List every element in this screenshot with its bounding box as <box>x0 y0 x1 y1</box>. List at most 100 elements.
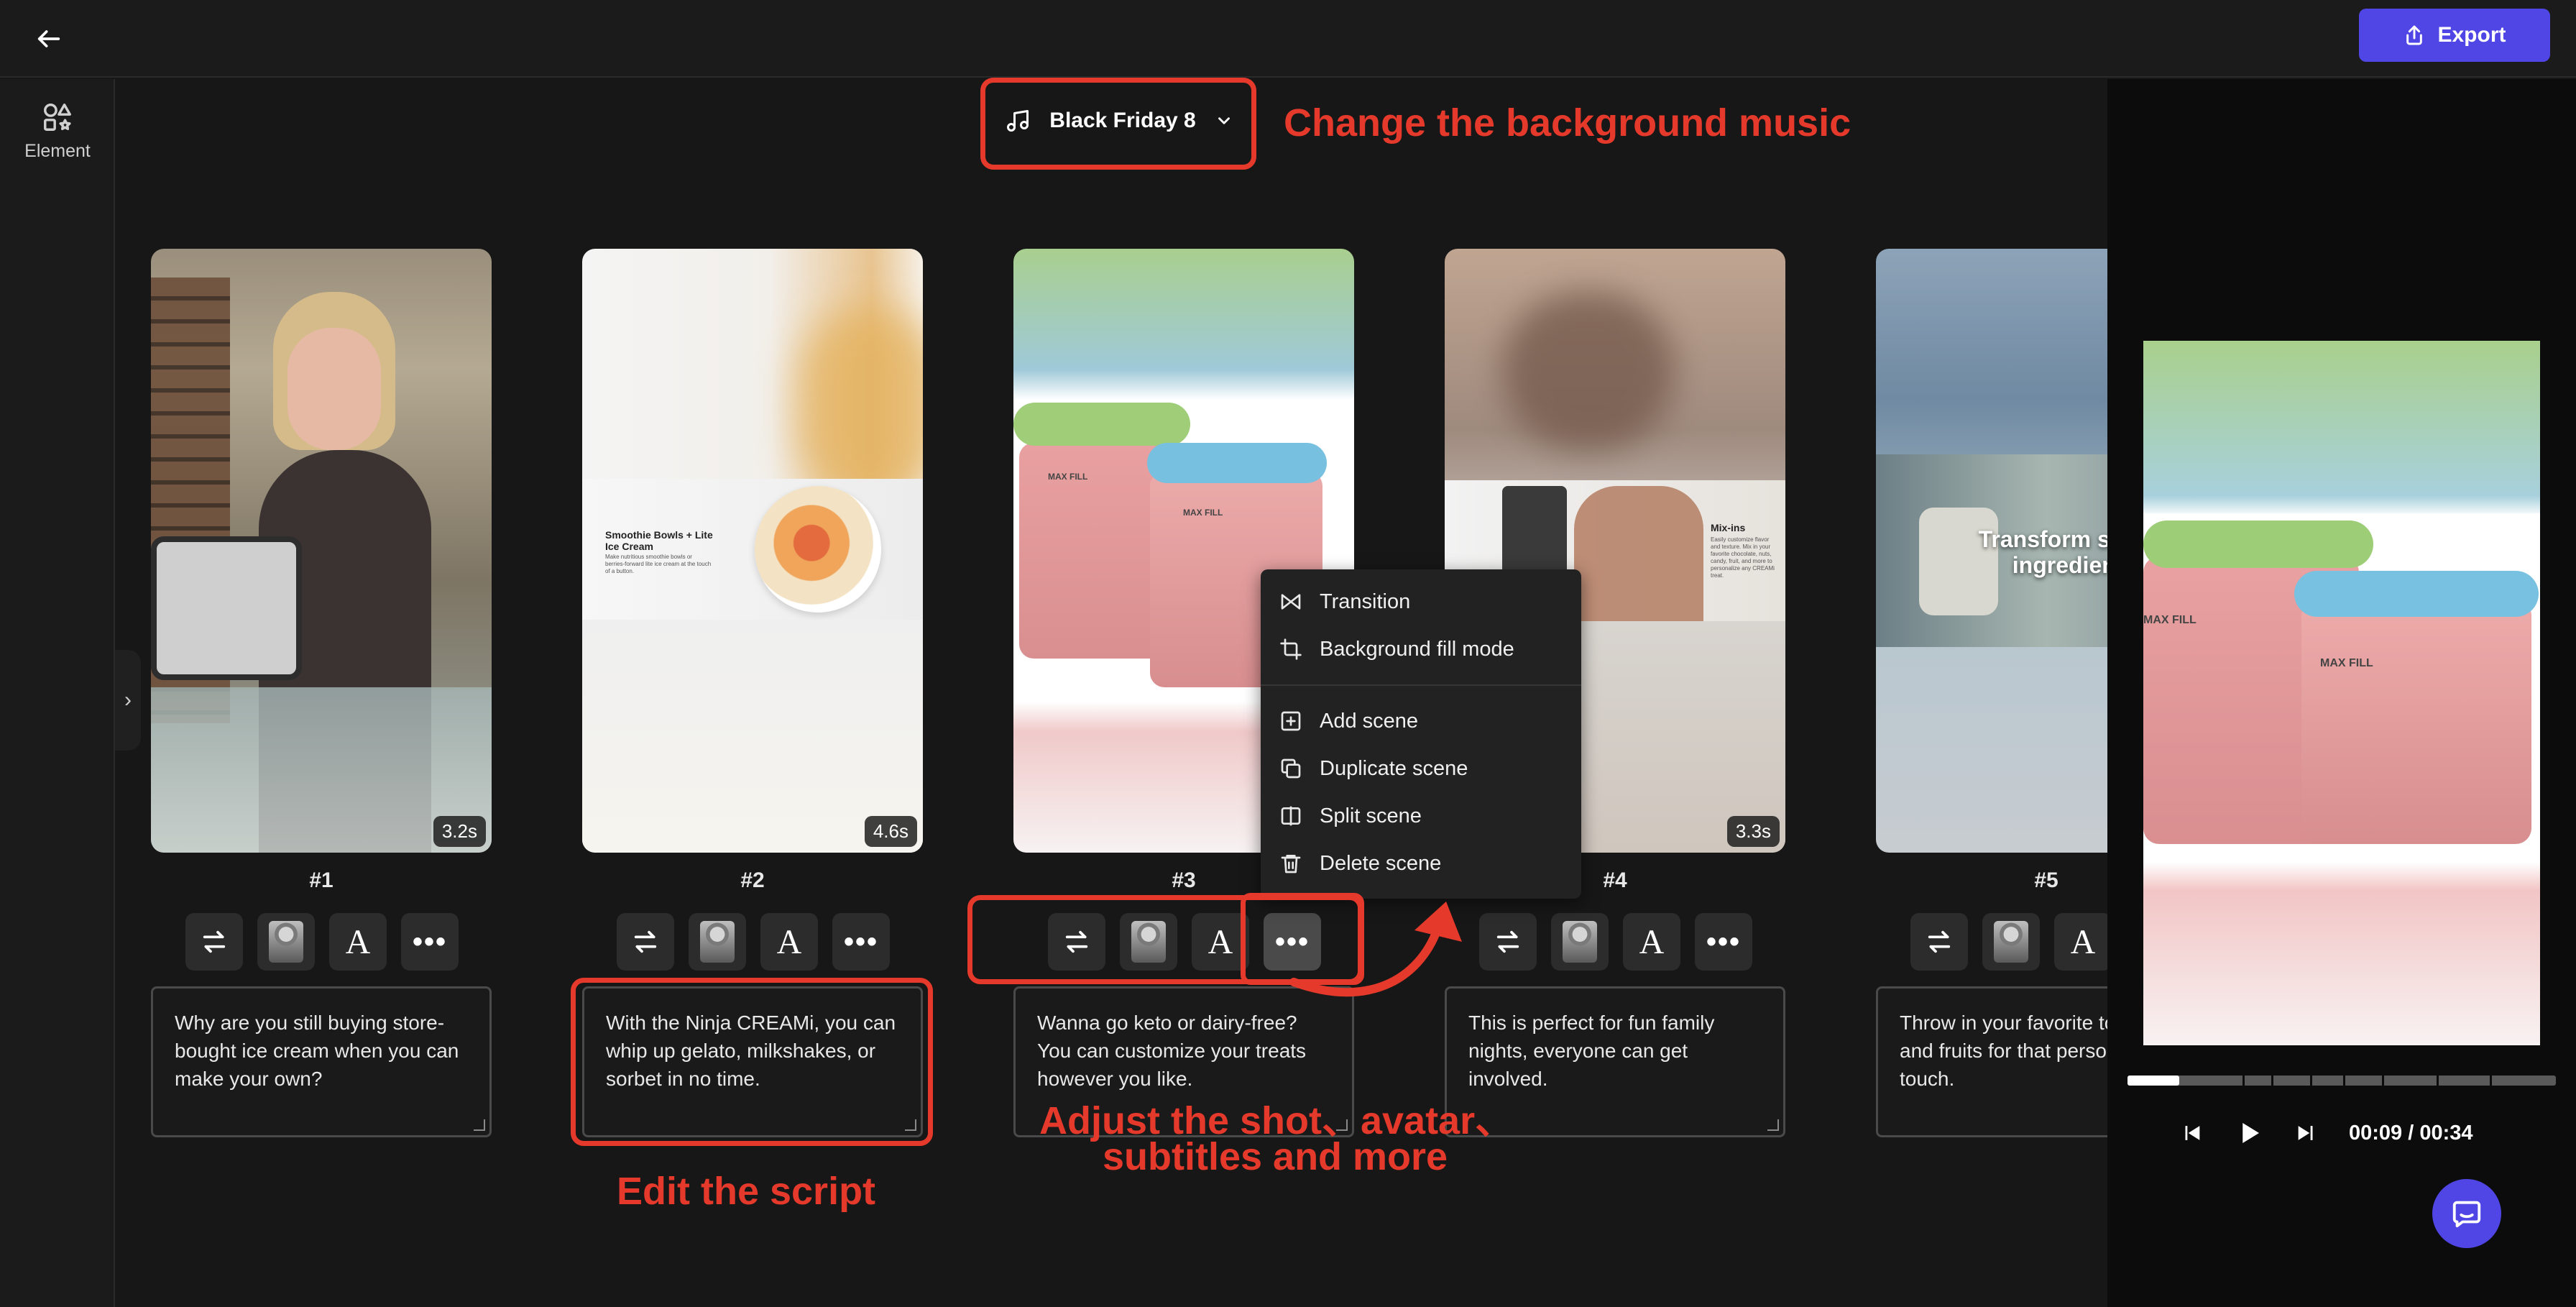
export-button[interactable]: Export <box>2359 9 2550 62</box>
annotation-music-text: Change the background music <box>1284 101 1852 145</box>
avatar-thumbnail <box>1994 921 2028 963</box>
subtitle-button[interactable]: A <box>1623 913 1680 971</box>
scene-context-menu: Transition Background fill mode Add scen… <box>1261 569 1581 899</box>
more-options-button[interactable]: ••• <box>832 913 890 971</box>
annotation-box-music <box>980 78 1256 170</box>
chevron-right-icon: › <box>124 688 132 712</box>
preview-panel: MAX FILL MAX FILL 00:09 / 00:34 <box>2107 79 2576 1307</box>
avatar-button[interactable] <box>1982 913 2040 971</box>
skip-back-icon[interactable] <box>2179 1121 2204 1145</box>
playback-progress-bar[interactable] <box>2128 1076 2556 1086</box>
script-text-4: This is perfect for fun family nights, e… <box>1468 1012 1715 1090</box>
resize-grip[interactable] <box>474 1119 485 1131</box>
menu-label-background-fill: Background fill mode <box>1320 637 1514 661</box>
scene-marker <box>2437 1076 2439 1086</box>
left-sidebar: Element <box>0 79 115 1307</box>
inset-body-4: Easily customize flavor and texture. Mix… <box>1711 536 1775 579</box>
video-preview[interactable]: MAX FILL MAX FILL <box>2143 341 2540 1045</box>
skip-forward-icon[interactable] <box>2294 1121 2319 1145</box>
inset-body-2: Make nutritious smoothie bowls or berrie… <box>605 554 712 574</box>
jar-label-left: MAX FILL <box>1048 472 1088 482</box>
menu-item-background-fill[interactable]: Background fill mode <box>1261 625 1581 673</box>
scene-number-1: #1 <box>309 868 334 892</box>
more-options-button[interactable]: ••• <box>401 913 459 971</box>
preview-jar-label-left: MAX FILL <box>2143 614 2196 626</box>
avatar-thumbnail <box>1563 921 1597 963</box>
scene-card-1: 3.2s #1 A ••• Why are you still buying s… <box>151 249 492 1137</box>
inset-title-2: Smoothie Bowls + Lite Ice Cream <box>605 529 713 552</box>
ellipsis-icon: ••• <box>412 925 447 958</box>
swap-arrows-icon <box>1928 930 1951 953</box>
replace-shot-button[interactable] <box>1910 913 1968 971</box>
scene-marker <box>2271 1076 2273 1086</box>
scene-toolbar-4: A ••• <box>1479 913 1752 971</box>
menu-label-add-scene: Add scene <box>1320 709 1419 733</box>
ellipsis-icon: ••• <box>1706 925 1741 958</box>
player-controls: 00:09 / 00:34 <box>2179 1110 2539 1156</box>
sidebar-expand-handle[interactable]: › <box>115 650 141 751</box>
scene-card-2: Smoothie Bowls + Lite Ice Cream Make nut… <box>582 249 923 1137</box>
avatar-button[interactable] <box>689 913 746 971</box>
playback-time: 00:09 / 00:34 <box>2349 1121 2473 1145</box>
menu-item-delete-scene[interactable]: Delete scene <box>1261 840 1581 887</box>
menu-item-add-scene[interactable]: Add scene <box>1261 697 1581 745</box>
swap-arrows-icon <box>1496 930 1519 953</box>
annotation-adjust-text-line2: subtitles and more <box>1103 1135 1448 1178</box>
arrow-left-icon <box>37 30 60 47</box>
annotation-curved-arrow <box>1289 902 1462 997</box>
annotation-script-text: Edit the script <box>617 1170 876 1213</box>
scene-marker <box>2382 1076 2384 1086</box>
scene-thumbnail-2[interactable]: Smoothie Bowls + Lite Ice Cream Make nut… <box>582 249 923 853</box>
avatar-button[interactable] <box>1551 913 1609 971</box>
resize-grip[interactable] <box>1767 1119 1779 1131</box>
plus-square-icon <box>1281 711 1301 731</box>
menu-label-split-scene: Split scene <box>1320 804 1422 827</box>
shapes-icon <box>44 104 71 131</box>
subtitle-button[interactable]: A <box>760 913 818 971</box>
menu-item-split-scene[interactable]: Split scene <box>1261 792 1581 840</box>
script-text-1: Why are you still buying store-bought ic… <box>175 1012 459 1090</box>
swap-arrows-icon <box>203 930 226 953</box>
ellipsis-icon: ••• <box>843 925 878 958</box>
trash-icon <box>1281 855 1301 873</box>
text-a-icon: A <box>1639 922 1665 961</box>
play-icon[interactable] <box>2234 1118 2264 1148</box>
progress-fill <box>2128 1076 2179 1086</box>
copy-icon <box>1281 758 1301 779</box>
top-bar: Export <box>0 0 2576 78</box>
menu-label-duplicate-scene: Duplicate scene <box>1320 756 1468 780</box>
menu-label-transition: Transition <box>1320 590 1411 613</box>
scene-marker <box>2242 1076 2245 1086</box>
replace-shot-button[interactable] <box>617 913 674 971</box>
replace-shot-button[interactable] <box>185 913 243 971</box>
sidebar-item-element[interactable]: Element <box>0 101 115 162</box>
scene-toolbar-1: A ••• <box>185 913 459 971</box>
text-a-icon: A <box>776 922 802 961</box>
subtitle-button[interactable]: A <box>329 913 387 971</box>
more-options-button[interactable]: ••• <box>1695 913 1752 971</box>
scene-duration-1: 3.2s <box>433 816 486 847</box>
chat-bubble-icon <box>2452 1201 2481 1228</box>
scene-toolbar-2: A ••• <box>617 913 890 971</box>
sidebar-element-label: Element <box>24 141 91 161</box>
script-editor-1[interactable]: Why are you still buying store-bought ic… <box>151 986 492 1137</box>
jar-label-right: MAX FILL <box>1183 508 1223 518</box>
transition-icon <box>1281 594 1301 610</box>
menu-divider <box>1261 684 1581 686</box>
scene-duration-4: 3.3s <box>1726 816 1780 847</box>
scene-marker <box>2343 1076 2345 1086</box>
menu-item-transition[interactable]: Transition <box>1261 578 1581 625</box>
annotation-box-script <box>571 978 933 1146</box>
back-button[interactable] <box>29 19 69 59</box>
chat-support-button[interactable] <box>2432 1179 2501 1248</box>
menu-item-duplicate-scene[interactable]: Duplicate scene <box>1261 745 1581 792</box>
subtitle-button[interactable]: A <box>2054 913 2112 971</box>
share-upload-icon <box>2406 25 2423 45</box>
scene-duration-2: 4.6s <box>864 816 917 847</box>
avatar-button[interactable] <box>257 913 315 971</box>
scene-marker <box>2310 1076 2312 1086</box>
inset-title-4: Mix-ins <box>1711 522 1746 533</box>
replace-shot-button[interactable] <box>1479 913 1537 971</box>
scene-thumbnail-1[interactable]: 3.2s <box>151 249 492 853</box>
script-text-3: Wanna go keto or dairy-free? You can cus… <box>1037 1012 1307 1090</box>
